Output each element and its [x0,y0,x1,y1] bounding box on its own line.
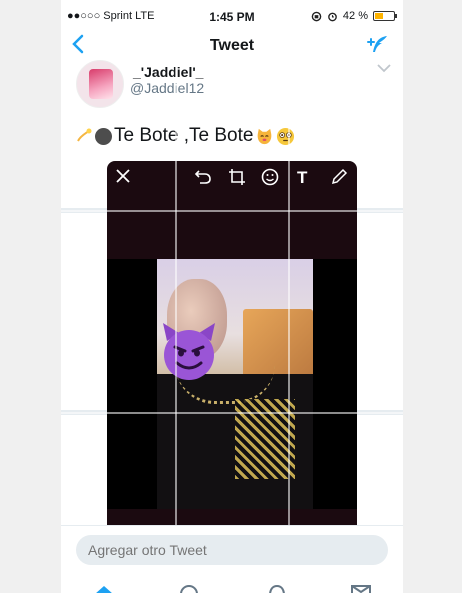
new-moon-emoji-icon [95,127,112,145]
page-title: Tweet [209,37,255,54]
image-editor: T [107,161,357,525]
tweet-username[interactable]: _'Jaddiel'_ [133,64,203,80]
editor-toolbar: T [107,161,357,197]
battery-icon [373,11,397,21]
phone-screen: ●●○○○ Sprint LTE 1:45 PM 42 % Tweet _'Ja… [61,0,403,593]
orientation-lock-icon [311,11,322,21]
crop-grid-line [61,412,403,414]
alarm-icon [328,12,337,21]
status-right: 42 % [311,10,397,22]
dizzy-emoji-icon [77,128,92,142]
sticker-icon[interactable] [261,168,279,190]
left-margin [0,0,61,593]
tweet-handle[interactable]: @Jaddiel12 [130,80,204,96]
image-canvas[interactable] [107,259,357,509]
smiling-devil-sticker-icon[interactable] [157,319,221,383]
close-icon[interactable] [115,168,131,188]
search-icon[interactable] [179,582,199,593]
add-tweet-input[interactable] [76,535,388,565]
notifications-icon[interactable] [267,582,287,593]
crop-icon[interactable] [228,168,246,190]
avatar[interactable] [76,60,124,108]
undo-icon[interactable] [194,168,212,190]
cat-emoji-icon [258,128,272,144]
messages-icon[interactable] [351,582,371,593]
tweet-header: _'Jaddiel'_ @Jaddiel12 [61,60,403,110]
nav-bar: Tweet [61,32,403,62]
tweet-text: Te Bote ,Te Bote [75,125,295,147]
flushed-emoji-icon [277,127,295,145]
pencil-icon[interactable] [330,168,348,190]
crop-grid-line [288,0,290,593]
crop-grid-line [61,210,403,212]
compose-feather-icon[interactable] [365,34,389,61]
tab-bar [61,578,403,593]
battery-fill [375,13,383,19]
tweet-text-content: Te Bote ,Te Bote [114,125,254,146]
text-icon[interactable]: T [297,168,307,188]
battery-percent: 42 % [342,10,368,22]
right-margin [403,0,462,593]
status-bar: ●●○○○ Sprint LTE 1:45 PM 42 % [61,0,403,32]
home-icon[interactable] [93,582,115,593]
chevron-down-icon[interactable] [377,62,391,76]
crop-grid-line [175,0,177,593]
